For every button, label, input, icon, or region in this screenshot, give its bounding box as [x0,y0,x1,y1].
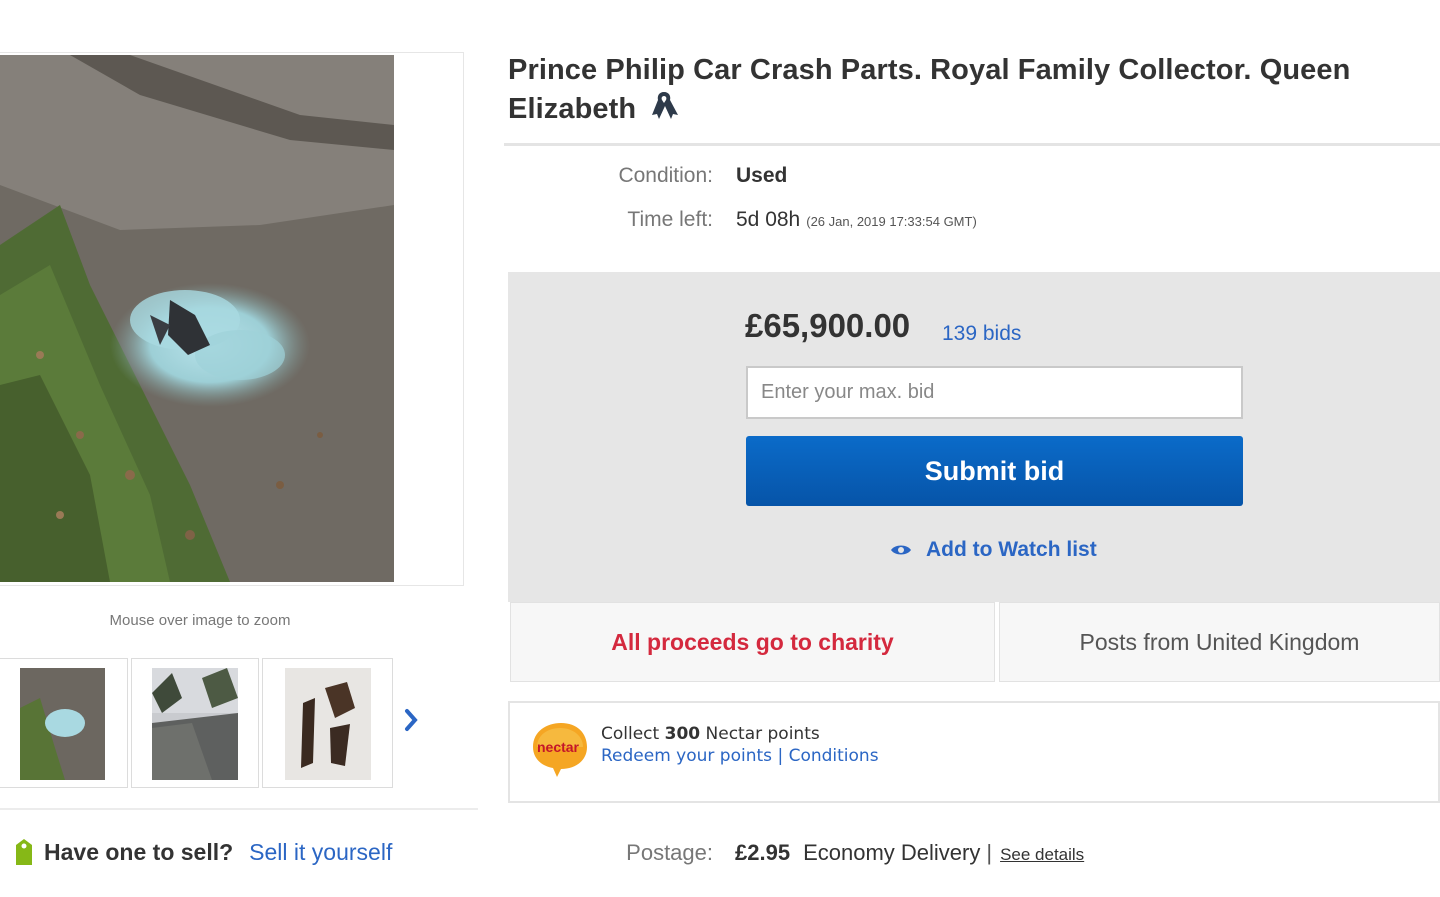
main-product-image[interactable] [0,55,394,582]
eye-icon [891,545,911,555]
thumbnail-image-parts [285,668,371,780]
thumbnail-image-glass [20,668,105,780]
nectar-collect-prefix: Collect [601,724,660,744]
postage-separator: | [986,840,993,865]
time-left-value: 5d 08h [736,208,801,231]
awareness-ribbon-icon [652,92,679,119]
page-title: Prince Philip Car Crash Parts. Royal Fam… [508,52,1438,128]
submit-bid-button[interactable]: Submit bid [746,436,1243,506]
max-bid-input[interactable] [746,366,1243,419]
thumbnail-1[interactable] [0,658,128,788]
zoom-hint: Mouse over image to zoom [109,612,291,629]
item-title-text: Prince Philip Car Crash Parts. Royal Fam… [508,54,1351,125]
ships-from: Posts from United Kingdom [999,602,1440,682]
title-divider [504,143,1440,146]
sell-question: Have one to sell? [44,838,234,865]
add-to-watch-list-link[interactable]: Add to Watch list [890,538,1097,562]
nectar-collect-text: Collect 300 Nectar points [601,724,820,744]
condition-label: Condition: [618,164,713,187]
chevron-right-icon [405,709,418,731]
divider [0,808,478,810]
time-left-label: Time left: [627,208,713,231]
nectar-link-separator: | [777,746,784,766]
thumbnail-next-button[interactable] [398,700,428,740]
price-tag-icon [16,839,32,865]
bid-count-link[interactable]: 139 bids [942,322,1021,346]
time-left-end: (26 Jan, 2019 17:33:54 GMT) [806,214,977,229]
nectar-links: Redeem your points | Conditions [601,746,879,766]
nectar-logo: nectar [527,721,591,784]
nectar-collect-suffix: Nectar points [705,724,820,744]
see-details-link[interactable]: See details [1000,845,1084,865]
condition-value: Used [736,164,788,187]
nectar-points: 300 [664,724,701,744]
thumbnail-3[interactable] [262,658,393,788]
watch-list-label: Add to Watch list [926,538,1097,561]
thumbnail-2[interactable] [131,658,259,788]
charity-notice: All proceeds go to charity [510,602,995,682]
redeem-points-link[interactable]: Redeem your points [601,746,772,766]
thumbnail-image-road [152,668,238,780]
postage-method: Economy Delivery [803,840,981,865]
sell-row: Have one to sell? Sell it yourself [10,834,392,870]
nectar-conditions-link[interactable]: Conditions [789,746,879,766]
postage-info: £2.95 Economy Delivery | See details [735,840,1084,866]
sell-it-yourself-link[interactable]: Sell it yourself [249,839,392,866]
postage-price: £2.95 [735,840,791,865]
time-left: 5d 08h (26 Jan, 2019 17:33:54 GMT) [736,208,977,232]
postage-label: Postage: [626,840,713,865]
current-price: £65,900.00 [745,307,911,344]
svg-text:nectar: nectar [537,739,580,755]
